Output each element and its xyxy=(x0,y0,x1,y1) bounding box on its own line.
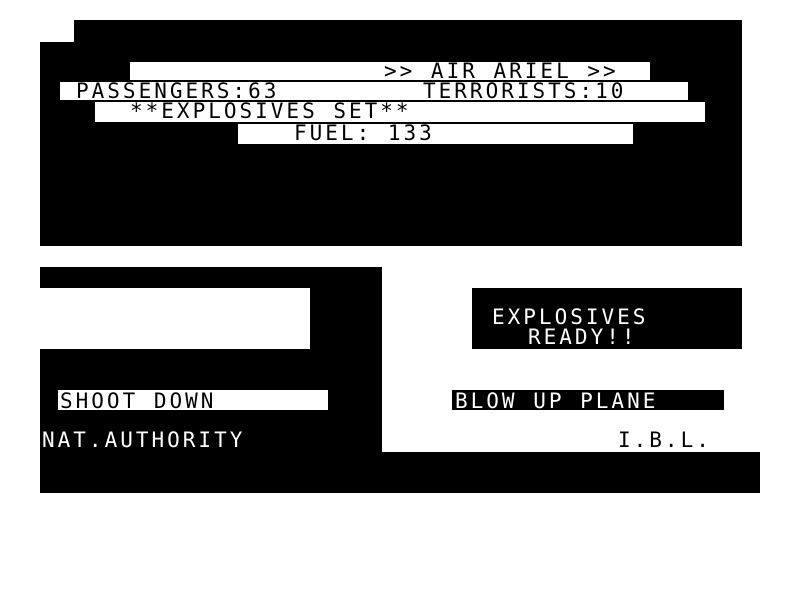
blow-up-plane-option[interactable]: BLOW UP PLANE xyxy=(455,391,658,412)
bottom-left-cutout xyxy=(40,288,310,349)
shoot-down-option[interactable]: SHOOT DOWN xyxy=(60,391,216,412)
ready-message: READY!! xyxy=(528,325,638,349)
terrorists-count: TERRORISTS:10 xyxy=(423,79,627,103)
passengers-count: PASSENGERS:63 xyxy=(76,79,280,103)
explosives-status: **EXPLOSIVES SET** xyxy=(130,99,412,123)
flight-title: >> AIR ARIEL >> xyxy=(384,59,619,83)
national-authority-label: NAT.AUTHORITY xyxy=(42,428,246,452)
fuel-readout: FUEL: 133 xyxy=(294,121,435,145)
corner-notch xyxy=(40,20,74,42)
ibl-label: I.B.L. xyxy=(618,428,712,452)
explosives-message: EXPLOSIVES xyxy=(492,305,649,329)
